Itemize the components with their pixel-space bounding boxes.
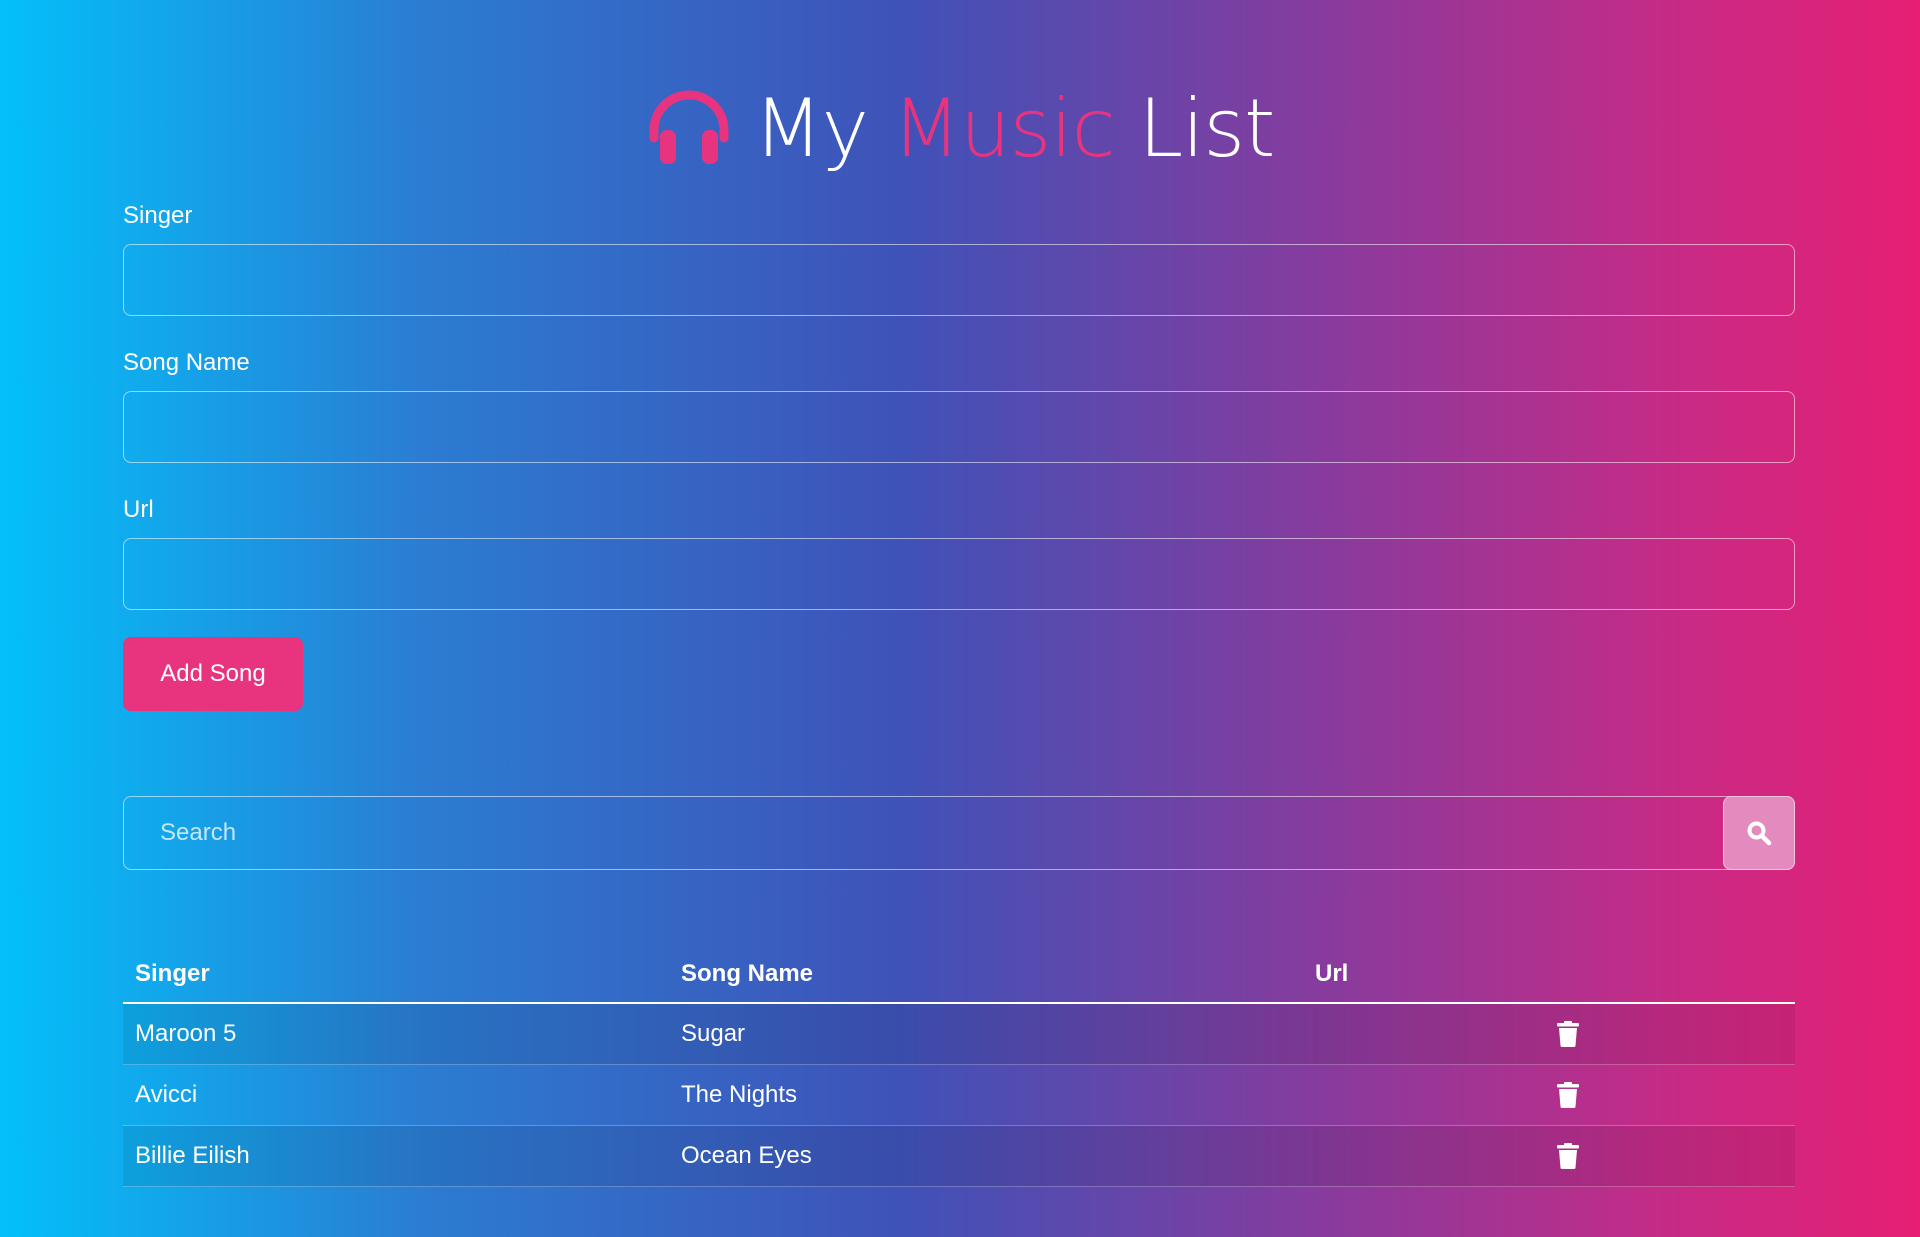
url-label: Url	[123, 496, 154, 523]
cell-song-name: Ocean Eyes	[681, 1142, 812, 1169]
trash-icon[interactable]	[1557, 1021, 1579, 1047]
table-header: Singer Song Name Url	[123, 950, 1795, 1004]
cell-song-name: The Nights	[681, 1081, 798, 1108]
singer-label: Singer	[123, 202, 193, 229]
search-button[interactable]	[1723, 796, 1795, 870]
title-word-list: List	[1138, 81, 1276, 175]
page-title: My Music List	[0, 78, 1920, 178]
search-placeholder: Search	[160, 819, 237, 846]
table-row: Avicci The Nights	[123, 1065, 1795, 1126]
url-input[interactable]	[123, 538, 1795, 610]
header-song-name: Song Name	[681, 960, 814, 987]
add-song-button[interactable]: Add Song	[123, 637, 303, 711]
trash-icon[interactable]	[1557, 1143, 1579, 1169]
song-name-input[interactable]	[123, 391, 1795, 463]
songs-table: Singer Song Name Url Maroon 5 Sugar Avic…	[123, 950, 1795, 1187]
cell-singer: Avicci	[135, 1081, 198, 1108]
cell-song-name: Sugar	[681, 1020, 746, 1047]
headphones-icon	[649, 90, 729, 164]
title-word-my: My	[753, 81, 869, 175]
search-icon	[1747, 821, 1772, 846]
search-input[interactable]: Search	[123, 796, 1795, 870]
trash-icon[interactable]	[1557, 1082, 1579, 1108]
singer-input[interactable]	[123, 244, 1795, 316]
cell-singer: Billie Eilish	[135, 1142, 250, 1169]
cell-singer: Maroon 5	[135, 1020, 237, 1047]
table-row: Maroon 5 Sugar	[123, 1004, 1795, 1065]
title-word-music: Music	[891, 81, 1116, 175]
header-url: Url	[1315, 960, 1349, 987]
table-row: Billie Eilish Ocean Eyes	[123, 1126, 1795, 1187]
song-name-label: Song Name	[123, 349, 250, 376]
header-singer: Singer	[135, 960, 210, 987]
